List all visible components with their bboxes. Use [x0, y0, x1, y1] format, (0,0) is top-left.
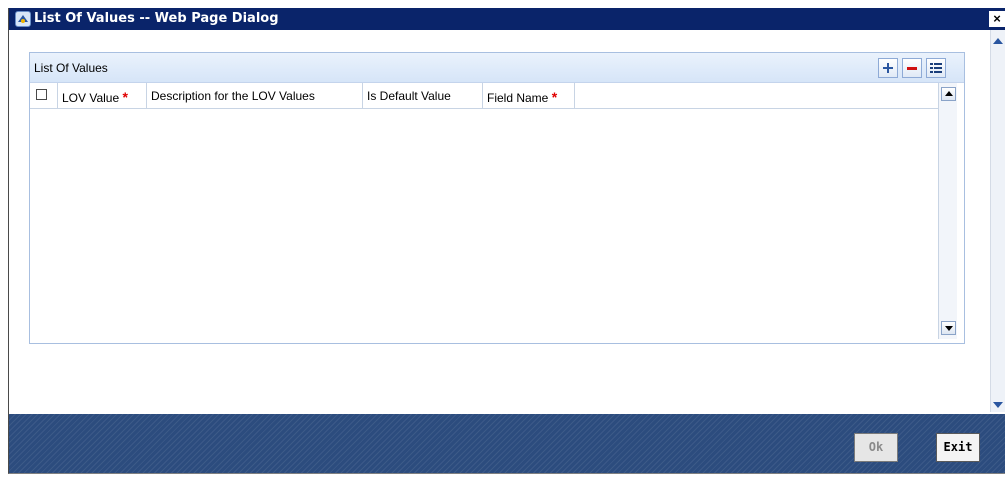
- list-of-values-panel: List Of Values LOV Value * Description f…: [29, 52, 965, 344]
- window-title: List Of Values -- Web Page Dialog: [34, 11, 279, 26]
- grid-header: LOV Value * Description for the LOV Valu…: [30, 83, 938, 109]
- panel-title: List Of Values: [34, 61, 108, 75]
- exit-button[interactable]: Exit: [936, 433, 980, 462]
- window-scrollbar[interactable]: [990, 30, 1005, 412]
- dialog-footer: Ok Exit: [9, 414, 1005, 473]
- triangle-down-icon: [945, 326, 953, 331]
- required-marker: *: [551, 89, 558, 105]
- remove-icon: [907, 67, 917, 70]
- title-bar: List Of Values -- Web Page Dialog: [9, 8, 1005, 30]
- column-label: Is Default Value: [367, 89, 451, 103]
- ie-page-icon: [15, 11, 31, 27]
- required-marker: *: [122, 89, 128, 105]
- column-header-field-name[interactable]: Field Name *: [483, 83, 575, 108]
- grid-scroll-down-button[interactable]: [941, 321, 956, 335]
- column-label: Field Name: [487, 91, 549, 105]
- add-row-button[interactable]: [878, 58, 898, 78]
- grid-scroll-up-button[interactable]: [941, 87, 956, 101]
- single-view-button[interactable]: [926, 58, 946, 78]
- select-all-cell: [30, 83, 58, 108]
- delete-row-button[interactable]: [902, 58, 922, 78]
- column-header-is-default[interactable]: Is Default Value: [363, 83, 483, 108]
- dialog-window: List Of Values -- Web Page Dialog × List…: [8, 8, 1005, 474]
- column-header-lov-value[interactable]: LOV Value *: [58, 83, 147, 108]
- scroll-up-icon[interactable]: [993, 38, 1003, 44]
- grid-scrollbar[interactable]: [938, 83, 957, 339]
- triangle-up-icon: [945, 91, 953, 96]
- column-label: LOV Value: [62, 91, 120, 105]
- ok-button[interactable]: Ok: [854, 433, 898, 462]
- select-all-checkbox[interactable]: [36, 89, 47, 100]
- column-label: Description for the LOV Values: [151, 89, 315, 103]
- single-view-icon: [930, 63, 942, 73]
- add-icon: [883, 63, 893, 73]
- column-header-description[interactable]: Description for the LOV Values: [147, 83, 363, 108]
- scroll-down-icon[interactable]: [993, 402, 1003, 408]
- close-button[interactable]: ×: [989, 11, 1005, 27]
- panel-header: List Of Values: [30, 53, 964, 83]
